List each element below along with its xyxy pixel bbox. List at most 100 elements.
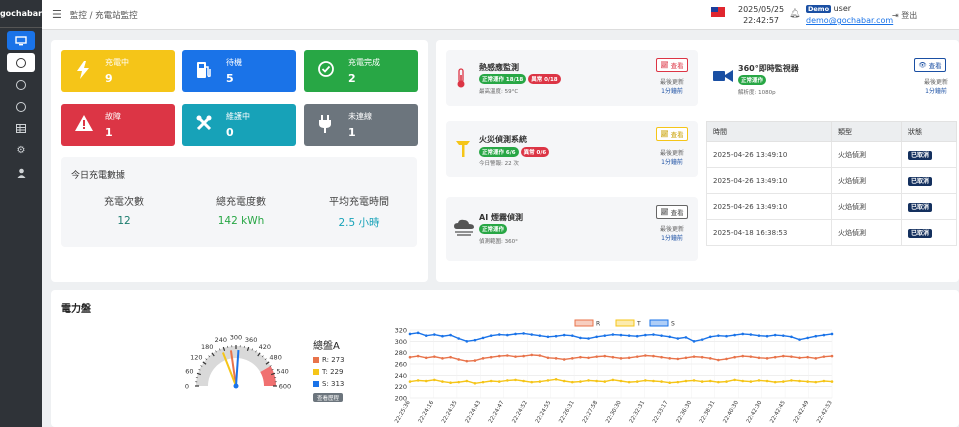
data-point	[481, 380, 485, 384]
data-point	[717, 380, 720, 384]
data-point	[538, 354, 542, 357]
table-row[interactable]: 2025-04-18 16:38:53 火焰偵測 已取消	[706, 219, 957, 246]
data-point	[514, 378, 517, 382]
today-value: 142 kWh	[217, 215, 265, 227]
heat-last-update: 最後更新 1分鐘前	[650, 78, 694, 96]
data-point	[668, 381, 671, 384]
today-label: 總充電度數	[216, 197, 266, 208]
view-history-button[interactable]: 查看歷程	[313, 393, 343, 402]
data-point	[465, 379, 469, 383]
legend-swatch	[313, 381, 319, 387]
col-header-status: 狀態	[901, 121, 957, 142]
update-ago: 1分鐘前	[661, 159, 683, 166]
data-point	[782, 380, 785, 383]
table-icon[interactable]	[7, 119, 35, 138]
user-email[interactable]: demo@gochabar.com	[806, 15, 893, 26]
data-point	[773, 355, 777, 359]
warning-icon	[75, 115, 93, 135]
user-menu[interactable]: Demo user demo@gochabar.com	[806, 3, 893, 26]
data-point	[522, 379, 525, 383]
data-point	[822, 333, 826, 337]
data-point	[473, 338, 477, 342]
data-point	[635, 334, 639, 338]
monitor-icon[interactable]	[7, 31, 35, 50]
col-header-type: 類型	[831, 121, 902, 142]
y-tick-label: 300	[395, 338, 407, 346]
table-row[interactable]: 2025-04-26 13:49:10 火焰偵測 已取消	[706, 193, 957, 220]
brand-logo: gochabar	[0, 0, 42, 28]
table-row[interactable]: 2025-04-26 13:49:10 火焰偵測 已取消	[706, 167, 957, 194]
taiwan-flag-icon[interactable]	[711, 7, 725, 17]
data-point	[708, 357, 712, 360]
data-point	[708, 379, 712, 383]
data-point	[757, 334, 761, 337]
stat-value: 1	[105, 126, 113, 139]
video-camera-icon	[713, 68, 733, 88]
nav-circle-icon[interactable]	[7, 75, 35, 94]
data-point	[595, 335, 598, 339]
data-point	[433, 333, 436, 336]
data-point	[611, 333, 615, 336]
data-point	[652, 354, 655, 358]
heat-view-button[interactable]: 📈︎ 查看	[656, 58, 688, 72]
hamburger-icon[interactable]: ☰	[52, 8, 62, 21]
legend-label: S	[671, 321, 675, 328]
bell-icon[interactable]: 🔔︎	[789, 9, 800, 19]
x-tick-label: 22:24:16	[418, 400, 436, 425]
gear-icon[interactable]: ⚙	[7, 141, 35, 160]
data-point	[611, 355, 615, 359]
data-point	[416, 379, 420, 382]
stat-maintenance[interactable]: 維護中 0	[182, 104, 296, 146]
stat-standby[interactable]: 待機 5	[182, 50, 296, 92]
stat-offline[interactable]: 未連線 1	[304, 104, 418, 146]
data-point	[522, 332, 525, 335]
data-point	[627, 380, 631, 384]
data-point	[489, 355, 493, 359]
gauge-tick-label: 180	[201, 343, 213, 351]
gas-pump-icon	[196, 61, 212, 83]
datetime: 2025/05/25 22:42:57	[738, 4, 784, 26]
fire-view-button[interactable]: 📈︎ 查看	[656, 127, 688, 141]
data-point	[765, 357, 769, 360]
update-label: 最後更新	[659, 79, 684, 86]
data-point	[757, 379, 761, 382]
data-point	[497, 380, 501, 383]
data-point	[465, 340, 469, 343]
stat-complete[interactable]: 充電完成 2	[304, 50, 418, 92]
stat-label: 充電完成	[348, 58, 380, 67]
data-point	[700, 380, 704, 383]
table-row[interactable]: 2025-04-26 13:49:10 火焰偵測 已取消	[706, 141, 957, 168]
nav-circle-icon[interactable]	[7, 53, 35, 72]
y-tick-label: 220	[395, 383, 407, 391]
data-point	[595, 355, 598, 358]
legend-label: T	[636, 321, 641, 328]
chart-icon: 📈︎	[660, 208, 669, 216]
data-point	[457, 380, 460, 384]
data-point	[676, 357, 680, 361]
data-point	[562, 379, 566, 383]
stat-fault[interactable]: 故障 1	[61, 104, 175, 146]
gauge-tick-label: 420	[259, 343, 271, 351]
y-tick-label: 260	[395, 361, 407, 369]
logout-button[interactable]: ⇥ 登出	[892, 10, 917, 21]
bolt-icon	[75, 61, 91, 83]
data-point	[700, 355, 704, 359]
stat-charging[interactable]: 充電中 9	[61, 50, 175, 92]
data-point	[700, 338, 704, 341]
stat-label: 故障	[105, 112, 121, 121]
x-tick-label: 22:32:31	[629, 400, 647, 424]
data-point	[773, 333, 777, 337]
legend-item-s: S: 313	[313, 380, 344, 388]
smoke-view-button[interactable]: 📈︎ 查看	[656, 205, 688, 219]
data-point	[741, 332, 745, 336]
data-point	[408, 380, 412, 383]
status-ok-badge: 正常運作	[479, 224, 508, 234]
x-tick-label: 22:24:55	[535, 400, 553, 425]
nav-circle-icon[interactable]	[7, 97, 35, 116]
camera-view-button[interactable]: 👁︎ 查看	[914, 58, 946, 72]
data-point	[733, 378, 736, 382]
user-icon[interactable]	[7, 163, 35, 182]
data-point	[749, 380, 753, 383]
data-point	[424, 379, 428, 383]
smoke-range: 偵測範圍: 360°	[479, 239, 518, 245]
